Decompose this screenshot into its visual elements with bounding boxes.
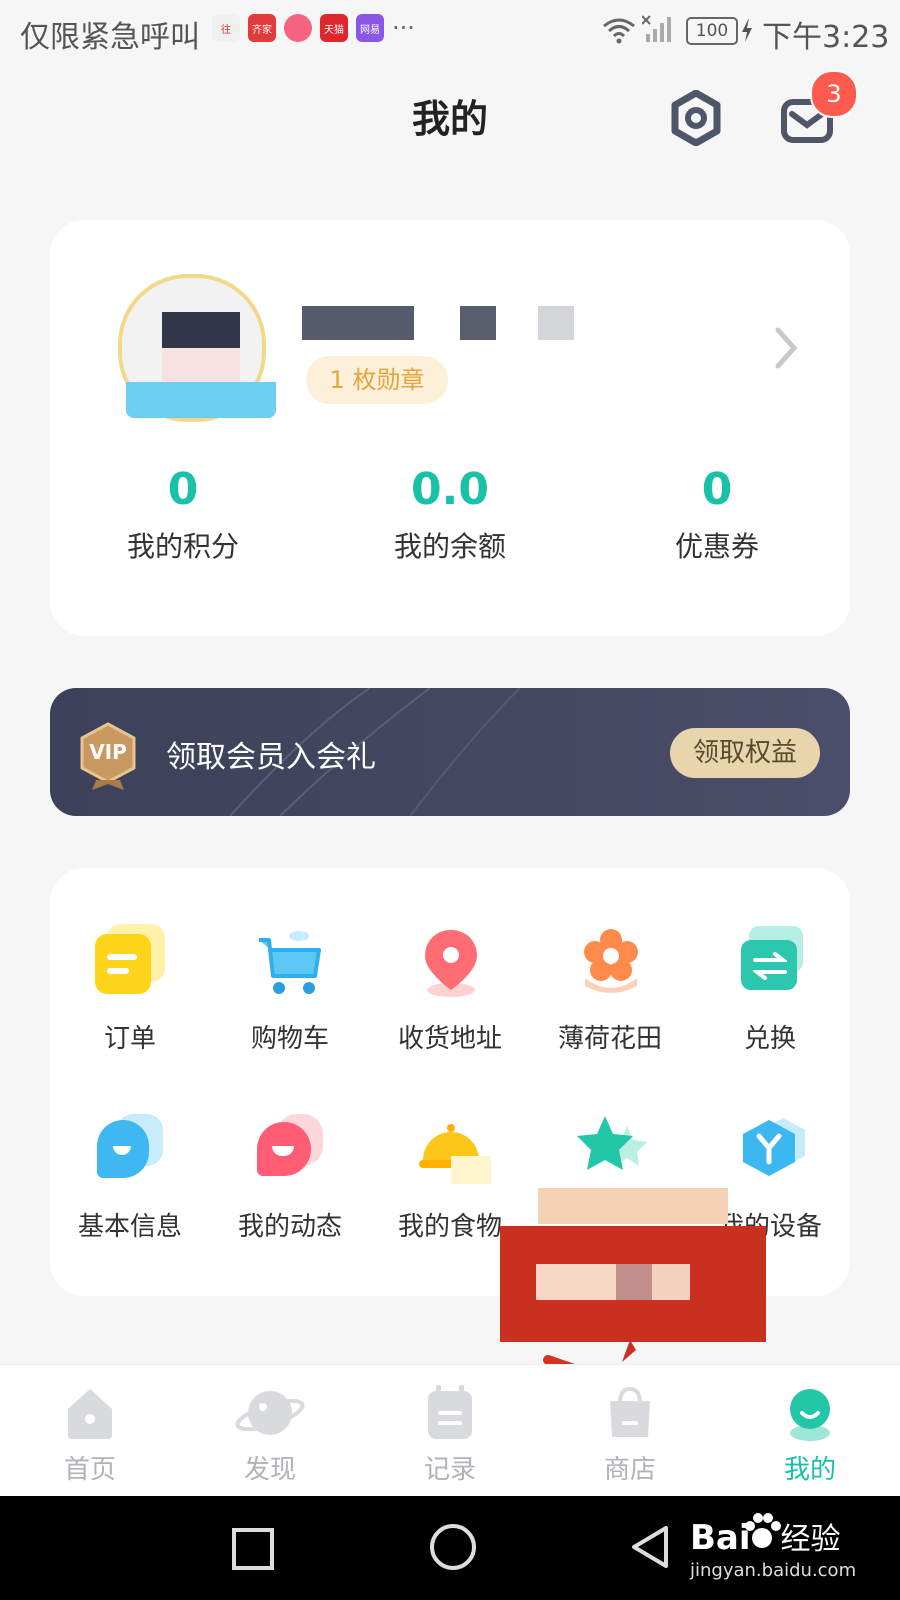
shopping-bag-icon: [610, 1386, 650, 1437]
app-icon: 齐家: [248, 14, 276, 42]
tab-label: 首页: [63, 1455, 116, 1485]
username-blurred: [302, 306, 414, 340]
location-pin-icon: [415, 928, 485, 998]
grid-label: 订单: [103, 1024, 156, 1054]
balance-label: 我的余额: [393, 530, 506, 563]
calendar-icon: [428, 1385, 472, 1439]
message-count-badge: 3: [810, 70, 858, 118]
planet-icon: [235, 1391, 305, 1435]
device-icon: [735, 1116, 805, 1186]
bottom-tab-bar: 首页 发现 记录 商店 我的: [0, 1364, 900, 1497]
vip-icon: VIP: [78, 722, 138, 790]
tab-label: 商店: [603, 1455, 656, 1485]
grid-item-orders[interactable]: 订单: [50, 924, 210, 1055]
app-icon: 往: [212, 14, 240, 42]
shopping-cart-icon: [255, 928, 325, 998]
system-nav-bar: Bai 经验 jingyan.baidu.com: [0, 1496, 900, 1600]
avatar[interactable]: [112, 274, 276, 424]
wifi-icon: [603, 18, 635, 44]
censored-block: [538, 1188, 728, 1224]
tab-home[interactable]: 首页: [30, 1385, 150, 1486]
profile-card: 1 枚勋章 0 我的积分 0.0 我的余额 0 优惠券: [50, 220, 850, 636]
charging-icon: [742, 18, 752, 42]
coupons-value: 0: [701, 464, 733, 515]
home-icon: [68, 1389, 112, 1439]
censored-block: [162, 312, 240, 348]
recents-button[interactable]: [232, 1528, 274, 1570]
battery-icon: 100: [686, 17, 738, 45]
orders-icon: [95, 924, 165, 998]
username-blurred: [538, 306, 574, 340]
points-value: 0: [167, 464, 199, 515]
grid-label: 购物车: [250, 1024, 329, 1054]
grid-item-my-food[interactable]: 我的食物: [370, 1116, 530, 1243]
tab-label: 记录: [423, 1455, 476, 1485]
grid-item-exchange[interactable]: 兑换: [690, 926, 850, 1055]
tab-records[interactable]: 记录: [390, 1385, 510, 1486]
exchange-icon: [735, 926, 805, 998]
points-stat[interactable]: 0 我的积分: [68, 464, 298, 565]
coupons-stat[interactable]: 0 优惠券: [602, 464, 832, 565]
balance-stat[interactable]: 0.0 我的余额: [335, 464, 565, 565]
baidu-paw-icon: [745, 1513, 781, 1548]
app-icon: [284, 14, 312, 42]
app-icon: 网易: [356, 14, 384, 42]
page-title: 我的: [411, 97, 488, 141]
grid-label: 我的动态: [237, 1212, 342, 1242]
username-blurred: [460, 306, 496, 340]
more-notifications-icon: ···: [392, 14, 415, 42]
signal-icon: [642, 15, 671, 42]
food-cloche-icon: [415, 1116, 491, 1186]
medal-badge[interactable]: 1 枚勋章: [306, 356, 448, 404]
profile-face-icon: [790, 1389, 830, 1441]
flower-icon: [575, 928, 645, 998]
censored-block: [162, 348, 240, 382]
grid-item-my-posts[interactable]: 我的动态: [210, 1114, 370, 1243]
tab-store[interactable]: 商店: [570, 1385, 690, 1486]
grid-label: 基本信息: [77, 1212, 182, 1242]
grid-item-cart[interactable]: 购物车: [210, 928, 370, 1055]
tab-label: 我的: [783, 1455, 836, 1485]
profile-info-icon: [95, 1114, 165, 1186]
vip-banner[interactable]: VIP 领取会员入会礼 领取权益: [50, 688, 850, 816]
tab-label: 发现: [243, 1455, 296, 1485]
coupons-label: 优惠券: [674, 530, 759, 563]
home-button[interactable]: [430, 1524, 476, 1570]
grid-item-mint-garden[interactable]: 薄荷花田: [530, 928, 690, 1055]
app-icon: 天猫: [320, 14, 348, 42]
grid-label: 兑换: [743, 1024, 796, 1054]
claim-benefits-button[interactable]: 领取权益: [670, 728, 820, 778]
tab-discover[interactable]: 发现: [210, 1385, 330, 1486]
vip-text: 领取会员入会礼: [166, 740, 376, 775]
chat-bubble-icon: [255, 1114, 325, 1186]
back-button[interactable]: [630, 1524, 670, 1570]
messages-button[interactable]: 3: [780, 70, 858, 148]
notification-icons: 往 齐家 天猫 网易 ···: [212, 14, 415, 42]
chevron-right-icon[interactable]: [772, 326, 800, 370]
annotation-red-box: [500, 1226, 766, 1342]
grid-label: 薄荷花田: [557, 1024, 662, 1054]
baidu-watermark: Bai 经验 jingyan.baidu.com: [690, 1518, 857, 1581]
grid-item-address[interactable]: 收货地址: [370, 928, 530, 1055]
settings-icon[interactable]: [668, 90, 724, 146]
clock: 下午3:23: [762, 20, 890, 55]
grid-item-basic-info[interactable]: 基本信息: [50, 1114, 210, 1243]
member-label-blurred: [126, 382, 276, 418]
tab-mine[interactable]: 我的: [750, 1385, 870, 1486]
star-icon: [575, 1116, 647, 1186]
grid-label: 收货地址: [397, 1024, 502, 1054]
status-bar: 仅限紧急呼叫 往 齐家 天猫 网易 ··· 100 下午3:23: [0, 0, 900, 62]
points-label: 我的积分: [126, 530, 239, 563]
balance-value: 0.0: [411, 464, 489, 515]
carrier-text: 仅限紧急呼叫: [20, 20, 200, 55]
